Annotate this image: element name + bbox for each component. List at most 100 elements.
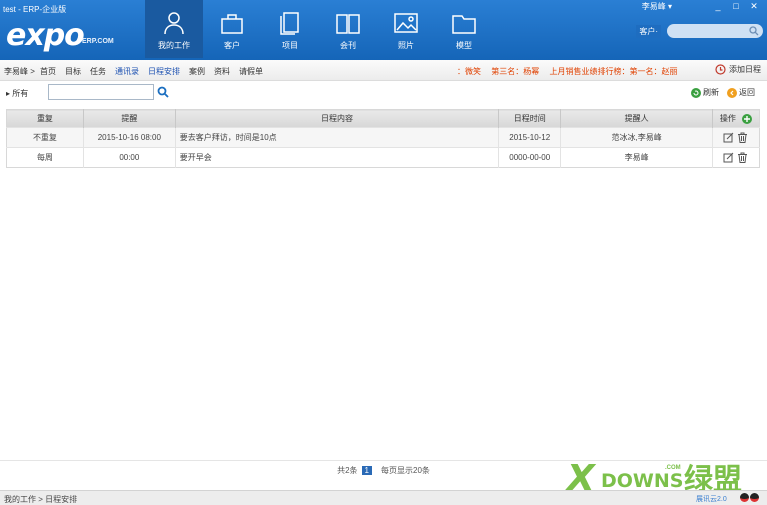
nav-my-work[interactable]: 我的工作 xyxy=(145,0,203,58)
window-title: test - ERP-企业版 xyxy=(3,5,67,14)
cell-repeat: 不重复 xyxy=(6,127,84,148)
close-button[interactable]: ✕ xyxy=(745,0,763,12)
menu-goals[interactable]: 目标 xyxy=(65,66,81,77)
table-header: 重复 提醒 日程内容 日程时间 提醒人 操作 xyxy=(6,109,760,128)
menu-leave[interactable]: 请假单 xyxy=(239,66,263,77)
ticker-item: ：微笑 xyxy=(457,67,481,76)
edit-icon[interactable] xyxy=(723,132,734,143)
refresh-label: 刷新 xyxy=(703,88,719,97)
menu-materials[interactable]: 资料 xyxy=(214,66,230,77)
folder-icon xyxy=(452,15,476,34)
cell-content: 要开早会 xyxy=(174,147,499,168)
add-icon[interactable] xyxy=(742,113,753,124)
cell-repeat: 每周 xyxy=(6,147,84,168)
qq-icon[interactable] xyxy=(750,493,759,502)
add-schedule-button[interactable]: 添加日程 xyxy=(715,64,761,75)
page-number-button[interactable]: 1 xyxy=(361,466,372,475)
menu-tasks[interactable]: 任务 xyxy=(90,66,106,77)
book-icon xyxy=(336,14,360,34)
ticker-item: 第三名：杨幂 xyxy=(491,67,540,76)
minimize-button[interactable]: _ xyxy=(709,0,727,12)
header-search: 客户· xyxy=(636,24,763,38)
refresh-icon xyxy=(691,87,701,98)
col-person: 提醒人 xyxy=(560,109,713,128)
qq-icons xyxy=(740,493,760,502)
filter-toolbar: ▸ 所有 刷新 返回 xyxy=(0,82,767,104)
delete-icon[interactable] xyxy=(737,132,748,143)
add-schedule-label: 添加日程 xyxy=(729,65,761,74)
nav-customer[interactable]: 客户 xyxy=(203,0,261,58)
back-icon xyxy=(727,87,737,98)
search-input[interactable] xyxy=(667,24,763,38)
nav-models[interactable]: 模型 xyxy=(435,0,493,58)
menu-contacts[interactable]: 通讯录 xyxy=(115,66,139,77)
back-button[interactable]: 返回 xyxy=(727,87,755,98)
sub-menubar: 李易峰 > 首页 目标 任务 通讯录 日程安排 案例 资料 请假单 ：微笑 第三… xyxy=(0,60,767,81)
clock-add-icon xyxy=(715,64,726,75)
cell-ops xyxy=(711,127,760,148)
search-type-dropdown[interactable]: 客户· xyxy=(636,24,661,38)
nav-journal[interactable]: 会刊 xyxy=(319,0,377,58)
cell-date: 0000-00-00 xyxy=(498,147,561,168)
nav-label: 模型 xyxy=(456,41,472,50)
menu-cases[interactable]: 案例 xyxy=(189,66,205,77)
delete-icon[interactable] xyxy=(737,152,748,163)
qq-icon[interactable] xyxy=(740,493,749,502)
total-count: 共2条 xyxy=(337,466,358,475)
table-row: 不重复 2015-10-16 08:00 要去客户拜访，时间是10点 2015-… xyxy=(6,127,760,148)
nav-photos[interactable]: 照片 xyxy=(377,0,435,58)
status-bar: 我的工作 > 日程安排 展讯云2.0 xyxy=(0,490,767,505)
watermark-com: .COM xyxy=(665,465,681,471)
briefcase-icon xyxy=(221,14,243,34)
cell-remind: 2015-10-16 08:00 xyxy=(82,127,176,148)
search-icon[interactable] xyxy=(157,86,169,98)
schedule-table: 重复 提醒 日程内容 日程时间 提醒人 操作 不重复 2015-10-16 08… xyxy=(6,109,760,168)
nav-label: 会刊 xyxy=(340,41,356,50)
ops-header-label: 操作 xyxy=(719,114,736,123)
col-ops: 操作 xyxy=(711,109,760,128)
person-icon xyxy=(164,12,184,35)
logo-sub: ERP.COM xyxy=(82,38,114,45)
toolbar-actions: 刷新 返回 xyxy=(683,87,755,98)
status-path: 我的工作 > 日程安排 xyxy=(4,495,78,504)
cell-content: 要去客户拜访，时间是10点 xyxy=(174,127,499,148)
sub-menu: 首页 目标 任务 通讯录 日程安排 案例 资料 请假单 xyxy=(40,66,272,77)
nav-label: 项目 xyxy=(282,41,298,50)
cell-ops xyxy=(711,147,760,168)
refresh-button[interactable]: 刷新 xyxy=(691,87,719,98)
version-label: 展讯云2.0 xyxy=(696,496,727,503)
maximize-button[interactable]: □ xyxy=(727,0,745,12)
sales-ticker: ：微笑 第三名：杨幂 上月销售业绩排行榜：第一名：赵丽 xyxy=(457,66,685,77)
picture-icon xyxy=(394,13,418,33)
nav-label: 客户 xyxy=(224,41,240,50)
nav-project[interactable]: 项目 xyxy=(261,0,319,58)
main-nav: 我的工作 客户 项目 会刊 照片 模型 xyxy=(145,0,493,60)
per-page-info: 每页显示20条 xyxy=(381,466,430,475)
filter-input[interactable] xyxy=(48,84,154,100)
cell-remind: 00:00 xyxy=(82,147,176,168)
row-actions xyxy=(713,132,759,143)
user-menu[interactable]: 李易峰 ▾ xyxy=(642,1,672,12)
cell-date: 2015-10-12 xyxy=(498,127,561,148)
filter-all-label: 所有 xyxy=(12,89,29,98)
row-actions xyxy=(713,152,759,163)
app-header: test - ERP-企业版 expo ERP.COM 我的工作 客户 项目 会… xyxy=(0,0,767,60)
col-content: 日程内容 xyxy=(174,109,499,128)
watermark-downs: DOWNS xyxy=(601,470,684,492)
user-crumb: 李易峰 > xyxy=(4,67,35,76)
col-date: 日程时间 xyxy=(498,109,561,128)
cell-person: 李易峰 xyxy=(560,147,713,168)
menu-schedule[interactable]: 日程安排 xyxy=(148,66,180,77)
filter-all-dropdown[interactable]: ▸ 所有 xyxy=(6,88,28,99)
window-controls: _ □ ✕ xyxy=(709,0,763,12)
back-label: 返回 xyxy=(739,88,755,97)
cell-person: 范冰冰,李易峰 xyxy=(560,127,713,148)
logo: expo xyxy=(6,18,85,53)
col-remind: 提醒 xyxy=(82,109,176,128)
menu-home[interactable]: 首页 xyxy=(40,66,56,77)
table-row: 每周 00:00 要开早会 0000-00-00 李易峰 xyxy=(6,147,760,168)
search-icon[interactable] xyxy=(749,26,759,36)
edit-icon[interactable] xyxy=(723,152,734,163)
nav-label: 我的工作 xyxy=(158,41,190,50)
documents-icon xyxy=(280,12,299,35)
